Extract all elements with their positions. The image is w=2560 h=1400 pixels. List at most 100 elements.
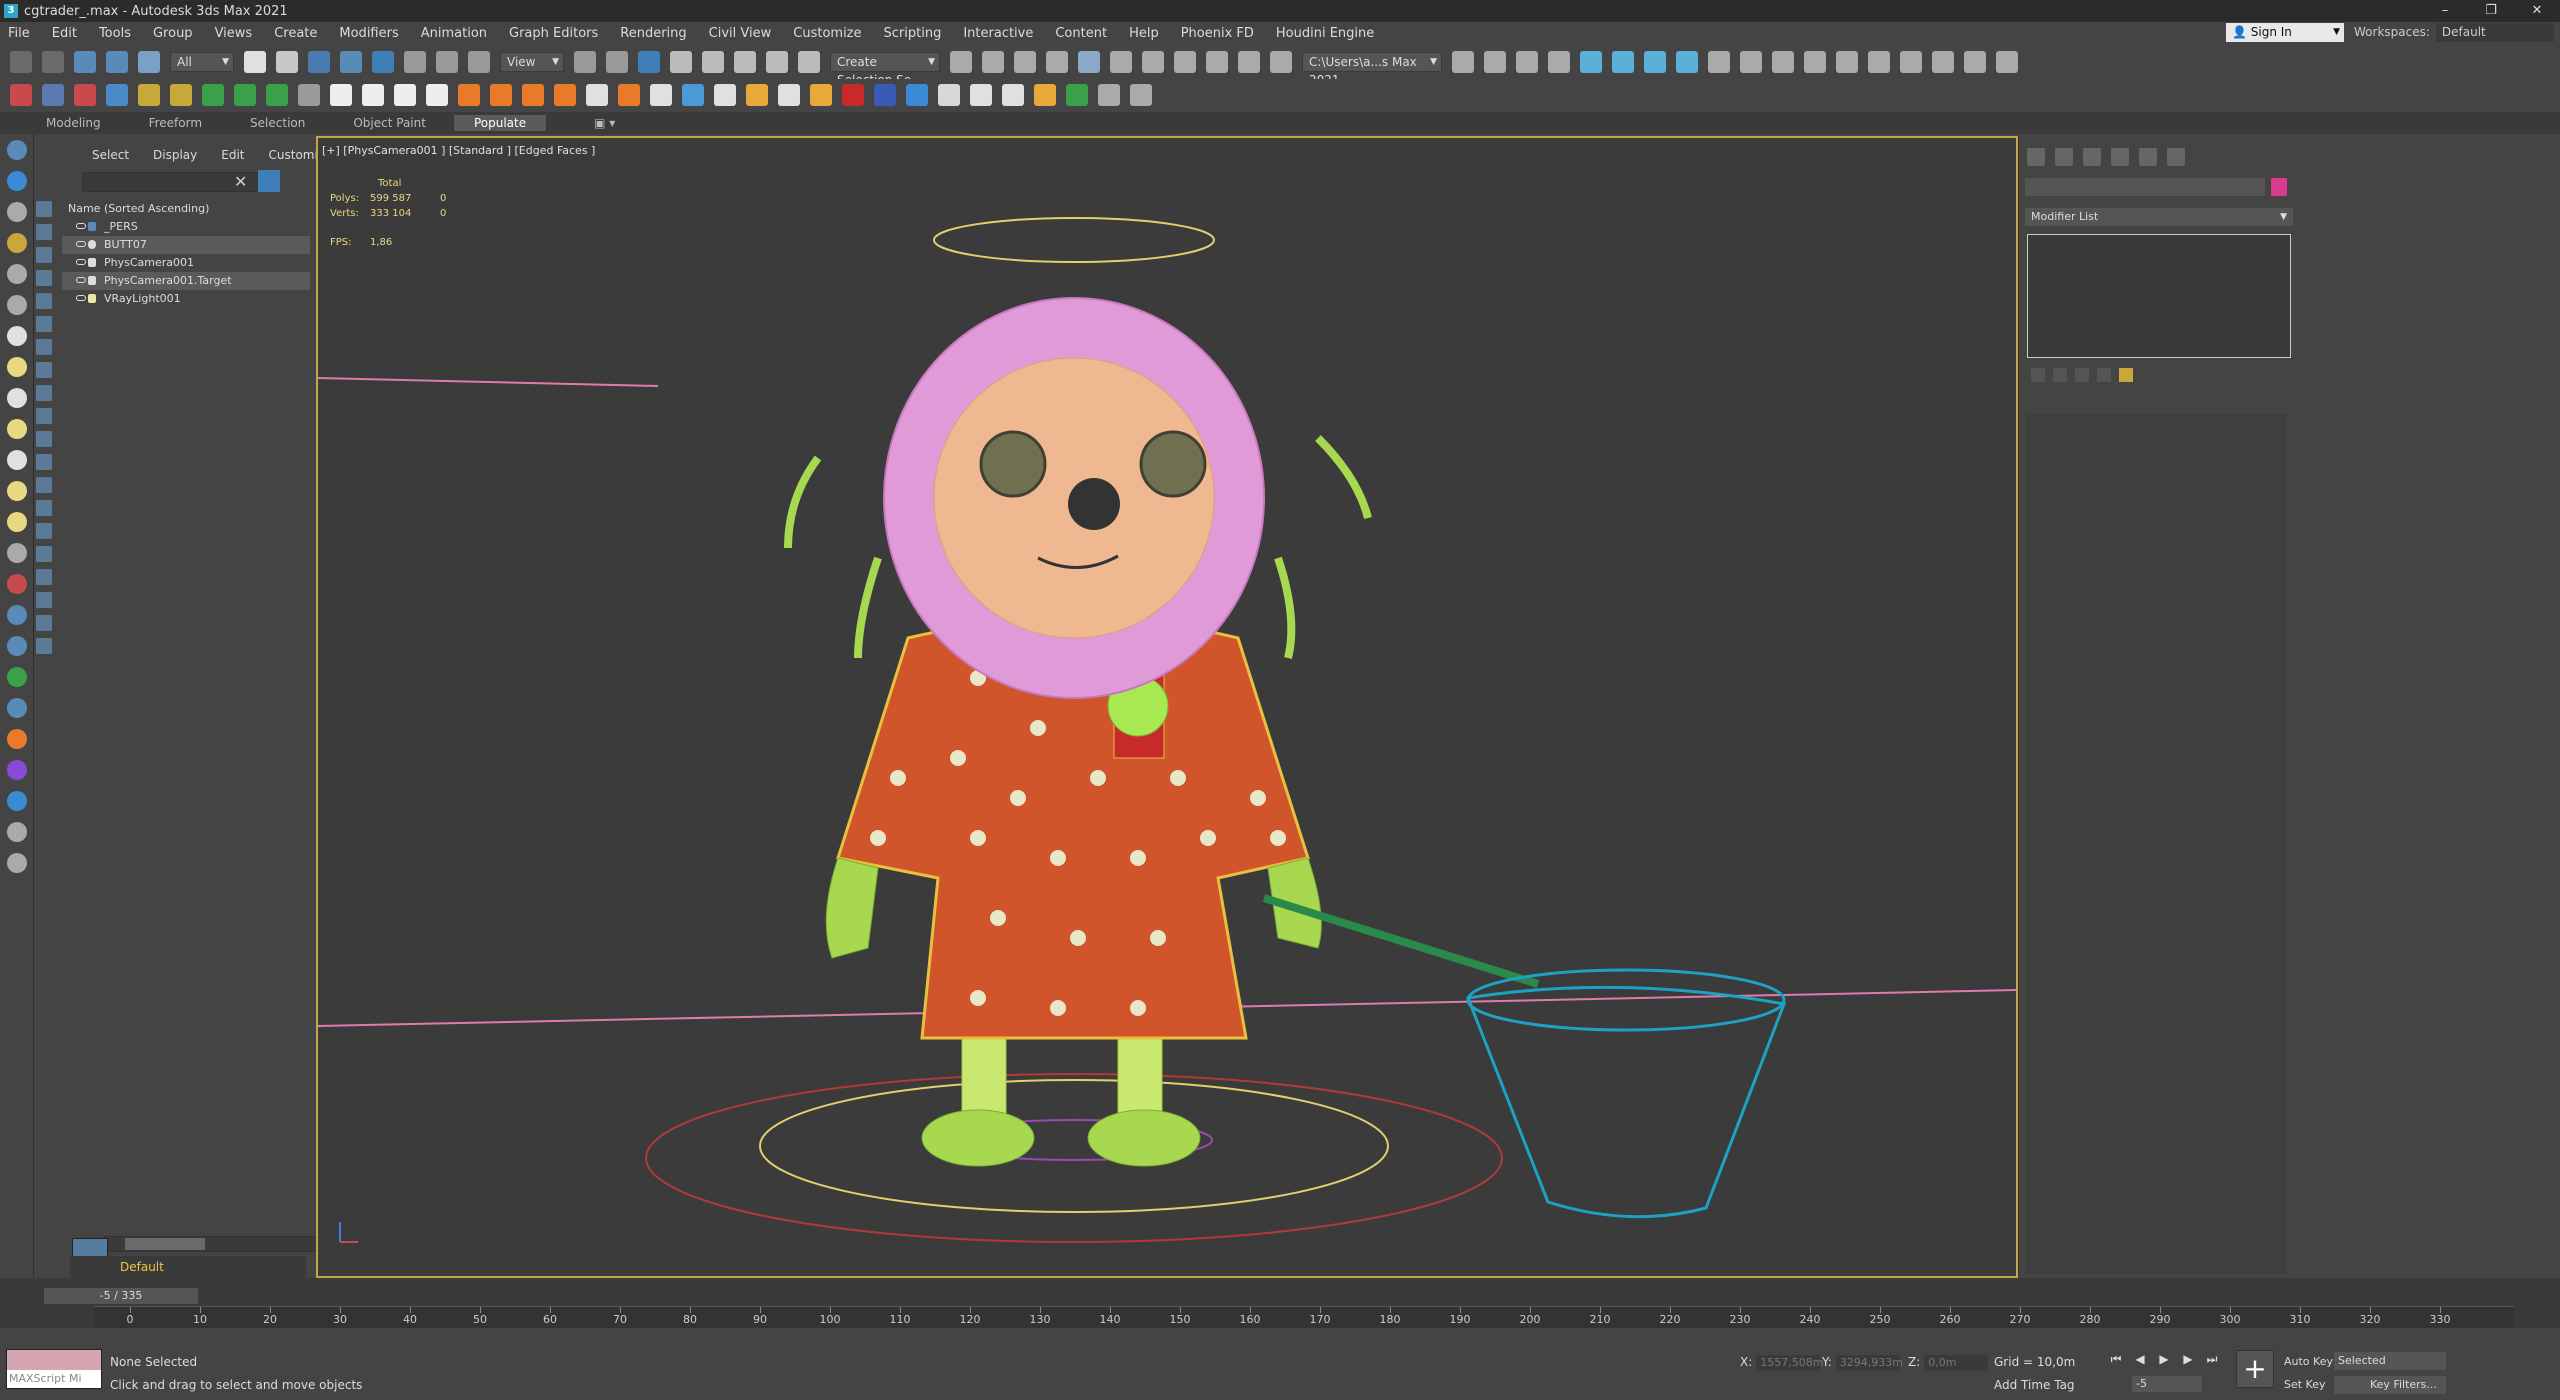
menu-modifiers[interactable]: Modifiers <box>339 26 398 41</box>
menu-phoenix-fd[interactable]: Phoenix FD <box>1181 26 1254 41</box>
angle-snap-icon[interactable] <box>702 51 724 73</box>
tab-freeform[interactable]: Freeform <box>149 116 202 130</box>
scene-list-header[interactable]: Name (Sorted Ascending) <box>62 200 310 218</box>
layer-icon[interactable] <box>36 569 52 585</box>
shapes-filter-icon[interactable] <box>36 247 52 263</box>
coord-y-field[interactable]: 3294,933m <box>1835 1355 1903 1371</box>
bones-filter-icon[interactable] <box>36 408 52 424</box>
coord-z-field[interactable]: 0,0m <box>1924 1355 1989 1371</box>
layers-icon[interactable] <box>7 822 27 842</box>
restore-button[interactable]: ❐ <box>2468 0 2514 22</box>
tools-icon[interactable] <box>1098 84 1120 106</box>
find-icon[interactable] <box>36 546 52 562</box>
create-tab-icon[interactable] <box>2027 148 2045 166</box>
show-end-result-icon[interactable] <box>2053 368 2067 382</box>
ies-light-icon[interactable] <box>1676 51 1698 73</box>
light-icon[interactable] <box>1580 51 1602 73</box>
vray-lightbulb-icon[interactable] <box>1996 51 2018 73</box>
cloud-preset-icon[interactable] <box>586 84 608 106</box>
mirror-icon[interactable] <box>950 51 972 73</box>
auto-key-button[interactable]: Auto Key <box>2284 1355 2333 1368</box>
select-manipulate-icon[interactable] <box>606 51 628 73</box>
phoenix-wind-icon[interactable] <box>266 84 288 106</box>
menu-edit[interactable]: Edit <box>52 26 77 41</box>
eye-icon[interactable] <box>76 259 86 265</box>
question-icon[interactable] <box>7 853 27 873</box>
scene-tab-display[interactable]: Display <box>153 148 197 162</box>
next-frame-icon[interactable]: ▶ <box>2180 1352 2196 1368</box>
scale-icon[interactable] <box>436 51 458 73</box>
clear-icon[interactable]: ✕ <box>234 172 247 191</box>
frozen-filter-icon[interactable] <box>36 454 52 470</box>
lava-preset-icon[interactable] <box>842 84 864 106</box>
create-panel-icon[interactable] <box>7 140 27 160</box>
particles-icon[interactable] <box>7 729 27 749</box>
fd-icon[interactable] <box>1034 84 1056 106</box>
menu-civil-view[interactable]: Civil View <box>709 26 772 41</box>
previous-frame-icon[interactable]: ◀ <box>2132 1352 2148 1368</box>
light-bulb-icon[interactable] <box>7 481 27 501</box>
help-icon[interactable] <box>1002 84 1024 106</box>
tab-populate[interactable]: Populate <box>453 115 547 131</box>
vray-fur-icon[interactable] <box>1900 51 1922 73</box>
vray-plane-icon[interactable] <box>1932 51 1954 73</box>
merge-icon[interactable] <box>1548 51 1570 73</box>
motion-icon[interactable] <box>7 233 27 253</box>
menu-interactive[interactable]: Interactive <box>963 26 1033 41</box>
dependency-icon[interactable] <box>36 592 52 608</box>
snap-toggle-icon[interactable] <box>670 51 692 73</box>
phoenix-source-icon[interactable] <box>74 84 96 106</box>
keyboard-shortcut-override-icon[interactable] <box>638 51 660 73</box>
eye-icon[interactable] <box>76 241 86 247</box>
menu-scripting[interactable]: Scripting <box>884 26 942 41</box>
groups-filter-icon[interactable] <box>36 362 52 378</box>
tree-icon[interactable] <box>1066 84 1088 106</box>
list-item[interactable]: VRayLight001 <box>62 290 310 308</box>
hidden-filter-icon[interactable] <box>36 477 52 493</box>
active-layer[interactable]: Default <box>70 1256 306 1278</box>
helpers-filter-icon[interactable] <box>36 316 52 332</box>
menu-rendering[interactable]: Rendering <box>620 26 686 41</box>
project-folder-dropdown[interactable]: C:\Users\a...s Max 2021▼ <box>1302 52 1442 87</box>
geometry-filter-icon[interactable] <box>36 224 52 240</box>
menu-views[interactable]: Views <box>215 26 253 41</box>
current-frame-field[interactable]: -5 <box>2132 1376 2202 1392</box>
remove-modifier-icon[interactable] <box>2097 368 2111 382</box>
phoenix-ocean-icon[interactable] <box>170 84 192 106</box>
funnel-icon[interactable] <box>36 615 52 631</box>
box-icon[interactable] <box>7 326 27 346</box>
cylinder-icon[interactable] <box>7 388 27 408</box>
flame-preset-icon[interactable] <box>618 84 640 106</box>
vray-camera-icon[interactable] <box>1836 51 1858 73</box>
containers-filter-icon[interactable] <box>36 431 52 447</box>
align-icon[interactable] <box>982 51 1004 73</box>
hierarchy-tab-icon[interactable] <box>2083 148 2101 166</box>
pivot-center-icon[interactable] <box>574 51 596 73</box>
add-time-tag[interactable]: Add Time Tag <box>1994 1378 2075 1392</box>
redo-icon[interactable] <box>42 51 64 73</box>
all-none-icon[interactable] <box>36 500 52 516</box>
cone-icon[interactable] <box>7 450 27 470</box>
fire-preset-icon[interactable] <box>458 84 480 106</box>
scene-scrollbar[interactable] <box>104 1236 342 1252</box>
drip-preset-icon[interactable] <box>938 84 960 106</box>
grid-icon[interactable] <box>7 543 27 563</box>
globe-icon[interactable] <box>7 698 27 718</box>
menu-tools[interactable]: Tools <box>99 26 131 41</box>
play-animation-icon[interactable]: ▶ <box>2156 1352 2172 1368</box>
display-all-icon[interactable] <box>36 201 52 217</box>
project-icon[interactable] <box>1452 51 1474 73</box>
hierarchy-icon[interactable] <box>7 202 27 222</box>
close-button[interactable]: ✕ <box>2514 0 2560 22</box>
menu-customize[interactable]: Customize <box>793 26 861 41</box>
tab-object-paint[interactable]: Object Paint <box>353 116 426 130</box>
spinner-snap-icon[interactable] <box>766 51 788 73</box>
curve-editor-icon[interactable] <box>1110 51 1132 73</box>
make-unique-icon[interactable] <box>2075 368 2089 382</box>
minimize-button[interactable]: – <box>2422 0 2468 22</box>
go-to-end-icon[interactable]: ⏭ <box>2204 1352 2220 1368</box>
modifier-list-dropdown[interactable]: Modifier List ▼ <box>2025 208 2293 226</box>
torus-icon[interactable] <box>7 512 27 532</box>
menu-group[interactable]: Group <box>153 26 193 41</box>
material-editor-icon[interactable] <box>1174 51 1196 73</box>
